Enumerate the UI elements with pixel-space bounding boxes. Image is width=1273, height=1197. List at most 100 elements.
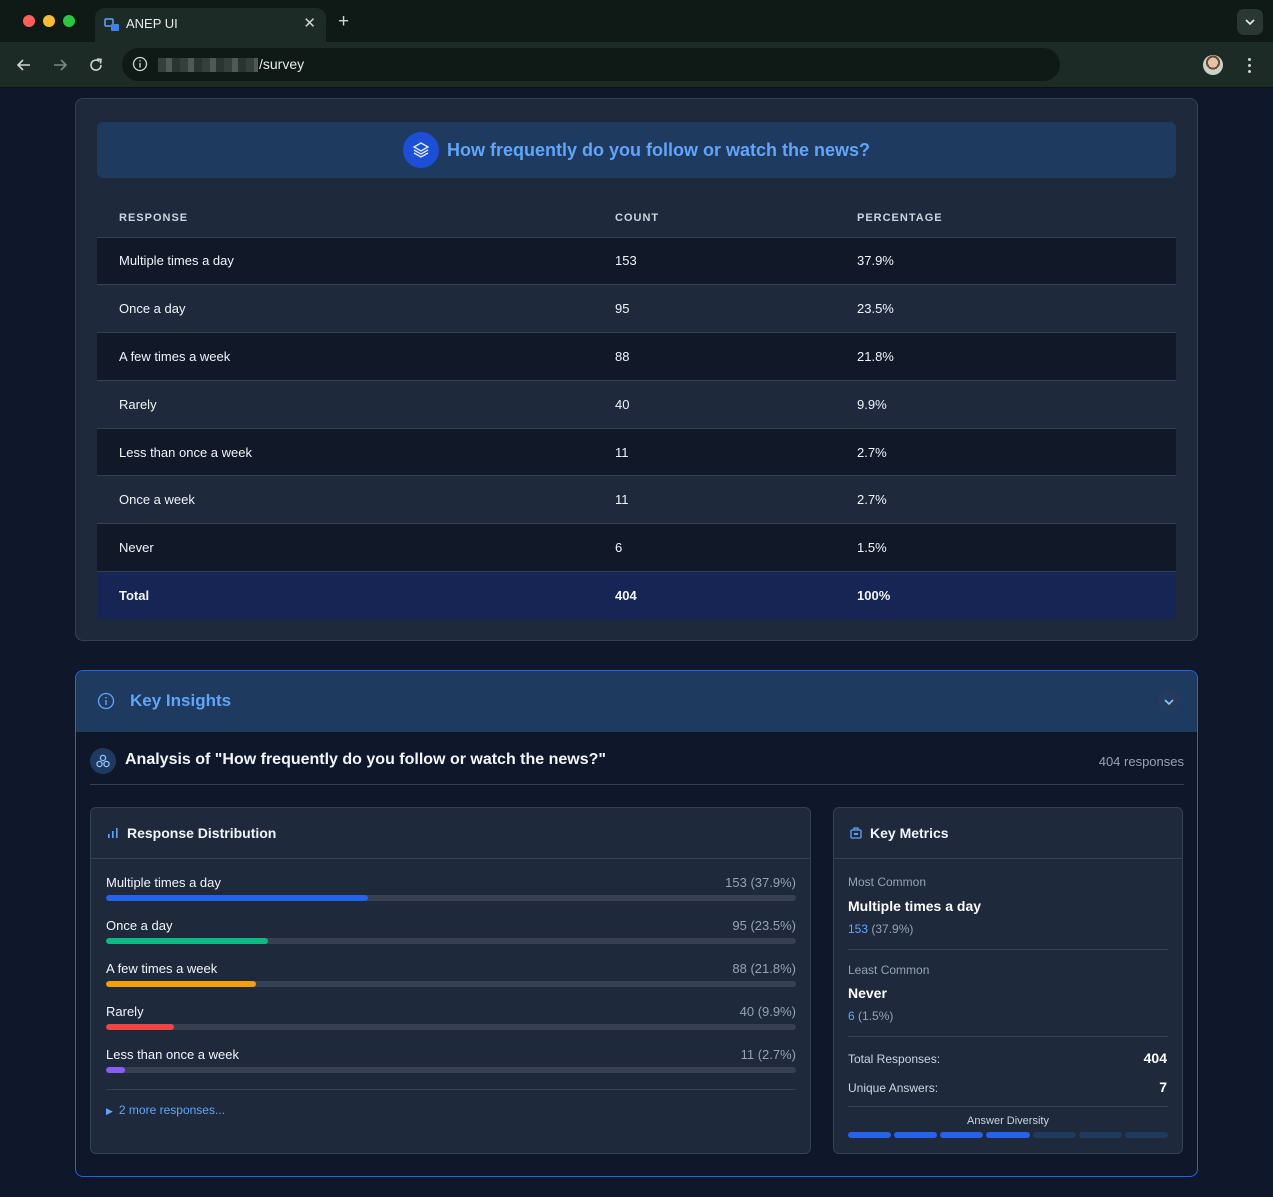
tab-title: ANEP UI	[126, 16, 178, 31]
distribution-value: 153 (37.9%)	[725, 875, 796, 890]
total-responses-value: 404	[1143, 1050, 1167, 1066]
distribution-header: Response Distribution	[91, 808, 810, 859]
most-common-value: Multiple times a day	[848, 898, 982, 914]
distribution-bar-track	[106, 895, 796, 901]
response-count: 404 responses	[1098, 754, 1184, 769]
total-responses-label: Total Responses:	[848, 1052, 941, 1066]
distribution-value: 95 (23.5%)	[732, 918, 796, 933]
table-row: Multiple times a day 153 37.9%	[97, 237, 1176, 286]
response-cell: Once a week	[97, 475, 615, 525]
total-count-cell: 404	[615, 571, 857, 620]
diversity-segment	[986, 1132, 1030, 1138]
browser-tab[interactable]: ANEP UI ✕	[95, 8, 326, 42]
distribution-label: Less than once a week	[106, 1047, 239, 1062]
count-cell: 153	[615, 237, 857, 286]
table-row: Less than once a week 11 2.7%	[97, 428, 1176, 477]
maximize-window-button[interactable]	[63, 15, 75, 27]
arrow-left-icon	[16, 59, 30, 71]
minimize-window-button[interactable]	[43, 15, 55, 27]
percentage-cell: 21.8%	[857, 332, 1176, 381]
close-window-button[interactable]	[23, 15, 35, 27]
count-cell: 40	[615, 380, 857, 429]
key-insights-header[interactable]: Key Insights	[76, 671, 1197, 732]
response-cell: Rarely	[97, 380, 615, 429]
count-cell: 88	[615, 332, 857, 381]
app-favicon-icon	[104, 18, 119, 31]
diversity-segment	[1032, 1132, 1076, 1138]
diversity-segment	[1124, 1132, 1168, 1138]
collapse-toggle[interactable]	[1158, 691, 1180, 713]
frequency-table: RESPONSE COUNT PERCENTAGE Multiple times…	[97, 200, 1176, 620]
question-header: How frequently do you follow or watch th…	[97, 122, 1176, 178]
least-common-pct: (1.5%)	[858, 1009, 894, 1023]
percentage-cell: 23.5%	[857, 284, 1176, 334]
tab-search-button[interactable]	[1237, 9, 1263, 35]
question-title: How frequently do you follow or watch th…	[446, 139, 871, 160]
analysis-header: Analysis of "How frequently do you follo…	[90, 745, 1184, 785]
total-percentage-cell: 100%	[857, 571, 1176, 620]
divider	[848, 949, 1168, 950]
key-metrics-panel: Key Metrics Most Common Multiple times a…	[833, 807, 1183, 1154]
answer-diversity-label: Answer Diversity	[967, 1115, 1049, 1127]
unique-answers-label: Unique Answers:	[848, 1081, 939, 1095]
new-tab-icon[interactable]: +	[338, 11, 349, 33]
profile-avatar[interactable]	[1203, 55, 1223, 75]
diversity-segment	[940, 1132, 984, 1138]
distribution-label: A few times a week	[106, 961, 218, 976]
distribution-bar-fill	[106, 938, 269, 944]
chevron-down-icon	[1245, 19, 1255, 26]
percentage-cell: 2.7%	[857, 475, 1176, 525]
diversity-segment	[1078, 1132, 1122, 1138]
table-row: Once a week 11 2.7%	[97, 475, 1176, 525]
response-cell: Multiple times a day	[97, 237, 615, 286]
distribution-bar-fill	[106, 1024, 175, 1030]
distribution-bar-fill	[106, 981, 257, 987]
table-total-row: Total 404 100%	[97, 571, 1176, 620]
percentage-cell: 9.9%	[857, 380, 1176, 429]
least-common-count: 6	[848, 1009, 855, 1023]
count-cell: 95	[615, 284, 857, 334]
browser-chrome: ANEP UI ✕ + /survey	[0, 0, 1273, 88]
percentage-cell: 1.5%	[857, 523, 1176, 573]
tab-close-icon[interactable]: ✕	[303, 14, 316, 32]
distribution-label: Rarely	[106, 1004, 144, 1019]
response-cell: Never	[97, 523, 615, 573]
response-cell: A few times a week	[97, 332, 615, 381]
forward-button[interactable]	[50, 55, 70, 75]
diversity-segment	[894, 1132, 938, 1138]
site-info-icon[interactable]	[132, 56, 148, 72]
divider	[848, 1106, 1168, 1107]
column-header-count: COUNT	[615, 200, 857, 238]
tab-strip: ANEP UI ✕ +	[0, 0, 1273, 42]
distribution-value: 40 (9.9%)	[739, 1004, 796, 1019]
response-cell: Less than once a week	[97, 428, 615, 477]
distribution-label: Once a day	[106, 918, 173, 933]
arrow-right-icon	[54, 59, 68, 71]
reload-button[interactable]	[86, 55, 106, 75]
distribution-bar-track	[106, 938, 796, 944]
analysis-title: Analysis of "How frequently do you follo…	[125, 751, 606, 768]
divider	[106, 1089, 796, 1090]
response-distribution-panel: Response Distribution Multiple times a d…	[90, 807, 811, 1154]
percentage-cell: 2.7%	[857, 428, 1176, 477]
redacted-host	[158, 58, 258, 72]
back-button[interactable]	[14, 55, 34, 75]
more-responses-label: 2 more responses...	[118, 1103, 225, 1117]
browser-menu-icon[interactable]	[1243, 55, 1255, 75]
more-responses-toggle[interactable]: ▶ 2 more responses...	[106, 1103, 225, 1117]
metrics-header: Key Metrics	[834, 808, 1182, 859]
count-cell: 11	[615, 428, 857, 477]
reload-icon	[90, 58, 102, 71]
key-insights-title: Key Insights	[130, 691, 232, 710]
most-common-count: 153	[848, 922, 869, 936]
analysis-icon	[90, 748, 116, 774]
table-row: A few times a week 88 21.8%	[97, 332, 1176, 381]
metrics-title: Key Metrics	[870, 825, 949, 841]
distribution-title: Response Distribution	[127, 825, 277, 841]
distribution-bar-track	[106, 1024, 796, 1030]
distribution-bar-fill	[106, 1067, 125, 1073]
distribution-value: 11 (2.7%)	[740, 1047, 796, 1062]
distribution-item: Less than once a week 11 (2.7%)	[106, 1047, 796, 1077]
bar-chart-icon	[108, 828, 118, 838]
address-bar[interactable]: /survey	[122, 48, 1060, 81]
